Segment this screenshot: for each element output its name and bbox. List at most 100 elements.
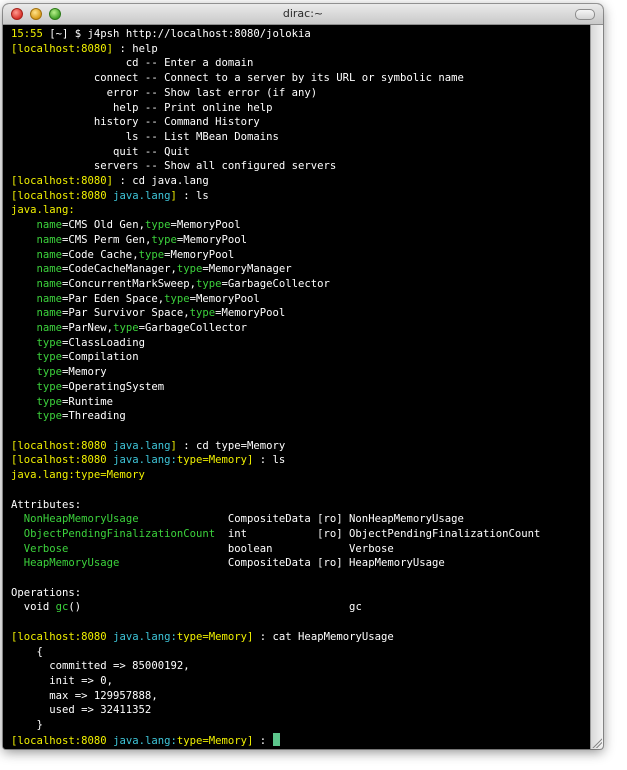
help-item: cd -- Enter a domain: [11, 57, 254, 70]
domain-header: java.lang:: [11, 204, 75, 217]
operations-label: Operations:: [11, 586, 82, 599]
mbean-list-item: type=Threading: [11, 409, 591, 424]
mbean-type: =MemoryPool: [176, 233, 248, 246]
command-text: help: [132, 42, 158, 55]
mbean-list-item: name=CMS Old Gen,type=MemoryPool: [11, 218, 591, 233]
mbean-name: =CodeCacheManager,: [62, 263, 177, 276]
output-value: init => 0,: [11, 674, 114, 687]
key-name: name: [36, 233, 63, 246]
key-type: type: [138, 248, 165, 261]
mbean-type: =Runtime: [62, 395, 114, 408]
text-cursor[interactable]: [272, 732, 280, 746]
key-type: type: [36, 410, 63, 423]
prompt-host: [localhost:8080: [11, 630, 107, 643]
key-name: name: [36, 307, 63, 320]
help-line: servers -- Show all configured servers: [11, 159, 591, 174]
key-type: type: [36, 380, 63, 393]
help-line: help -- Print online help: [11, 101, 591, 116]
operations-label-line: Operations:: [11, 586, 591, 601]
mbean-name: =CMS Old Gen,: [62, 219, 145, 232]
prompt-host: [localhost:8080: [11, 189, 107, 202]
mbean-list-item: name=Par Survivor Space,type=MemoryPool: [11, 306, 591, 321]
terminal-output[interactable]: 15:55 [~] $ j4psh http://localhost:8080/…: [3, 25, 591, 749]
command-text: ls: [272, 454, 286, 467]
help-line: history -- Command History: [11, 115, 591, 130]
output-value: max => 129957888,: [11, 689, 158, 702]
mbean-name: =CMS Perm Gen,: [62, 233, 152, 246]
help-line: cd -- Enter a domain: [11, 56, 591, 71]
vertical-scrollbar[interactable]: [590, 25, 603, 749]
command-text: ls: [196, 189, 209, 202]
mbean-header: java.lang:type=Memory: [11, 469, 145, 482]
key-type: type: [164, 292, 190, 305]
key-name: name: [36, 277, 63, 290]
attributes-label-line: Attributes:: [11, 498, 591, 513]
key-type: type: [189, 307, 216, 320]
key-type: type: [195, 277, 222, 290]
terminal-text: :: [253, 630, 273, 643]
prompt-host: [localhost:8080]: [11, 175, 114, 188]
prompt-context-mbean: type=Memory: [176, 734, 248, 747]
title-bar[interactable]: dirac:~: [3, 4, 603, 25]
prompt-line: [localhost:8080 java.lang:type=Memory] :…: [11, 630, 591, 645]
mbean-list-item: name=Par Eden Space,type=MemoryPool: [11, 292, 591, 307]
help-item: ls -- List MBean Domains: [11, 130, 279, 143]
help-line: error -- Show last error (if any): [11, 86, 591, 101]
attribute-row: HeapMemoryUsage CompositeData [ro] HeapM…: [11, 556, 591, 571]
attribute-info: boolean Verbose: [227, 542, 394, 555]
prompt-context: java.lang:: [113, 630, 177, 643]
prompt-context: java.lang: [113, 189, 171, 202]
mbean-type: =ClassLoading: [62, 336, 145, 349]
terminal-text: :: [113, 175, 133, 188]
terminal-text: :: [253, 734, 273, 747]
key-name: name: [36, 248, 63, 261]
key-name: name: [36, 219, 63, 232]
key-type: type: [36, 336, 63, 349]
key-type: type: [113, 322, 139, 335]
mbean-name: =Code Cache,: [62, 248, 139, 261]
key-type: type: [144, 219, 171, 232]
output-line: init => 0,: [11, 674, 591, 689]
prompt-line: [localhost:8080 java.lang] : cd type=Mem…: [11, 439, 591, 454]
key-name: name: [36, 263, 63, 276]
shell-command-line: 15:55 [~] $ j4psh http://localhost:8080/…: [11, 27, 591, 42]
prompt-host: [localhost:8080: [11, 439, 107, 452]
command-text: cat HeapMemoryUsage: [272, 630, 394, 643]
mbean-list-item: type=Memory: [11, 365, 591, 380]
mbean-type: =Memory: [62, 366, 107, 379]
attribute-info: int [ro] ObjectPendingFinalizationCount: [227, 527, 541, 540]
mbean-list-item: type=Runtime: [11, 395, 591, 410]
mbean-list-item: name=Code Cache,type=MemoryPool: [11, 248, 591, 263]
mbean-type: =OperatingSystem: [62, 380, 165, 393]
help-item: help -- Print online help: [11, 101, 273, 114]
key-type: type: [36, 366, 63, 379]
mbean-name: =ConcurrentMarkSweep,: [62, 277, 196, 290]
prompt-context: java.lang: [113, 439, 171, 452]
prompt-host: [localhost:8080]: [11, 42, 114, 55]
operation-name: gc: [55, 601, 69, 614]
resize-grip-icon[interactable]: [591, 737, 602, 748]
output-line: committed => 85000192,: [11, 659, 591, 674]
mbean-type: =Compilation: [62, 351, 139, 364]
attribute-name: NonHeapMemoryUsage: [23, 513, 228, 526]
operation-row: void gc() gc: [11, 600, 591, 615]
help-line: ls -- List MBean Domains: [11, 130, 591, 145]
active-prompt-line: [localhost:8080 java.lang:type=Memory] :: [11, 732, 591, 749]
key-name: name: [36, 292, 63, 305]
mbean-list-item: type=ClassLoading: [11, 336, 591, 351]
toolbar-toggle-button[interactable]: [575, 9, 595, 20]
attribute-row: ObjectPendingFinalizationCount int [ro] …: [11, 527, 591, 542]
